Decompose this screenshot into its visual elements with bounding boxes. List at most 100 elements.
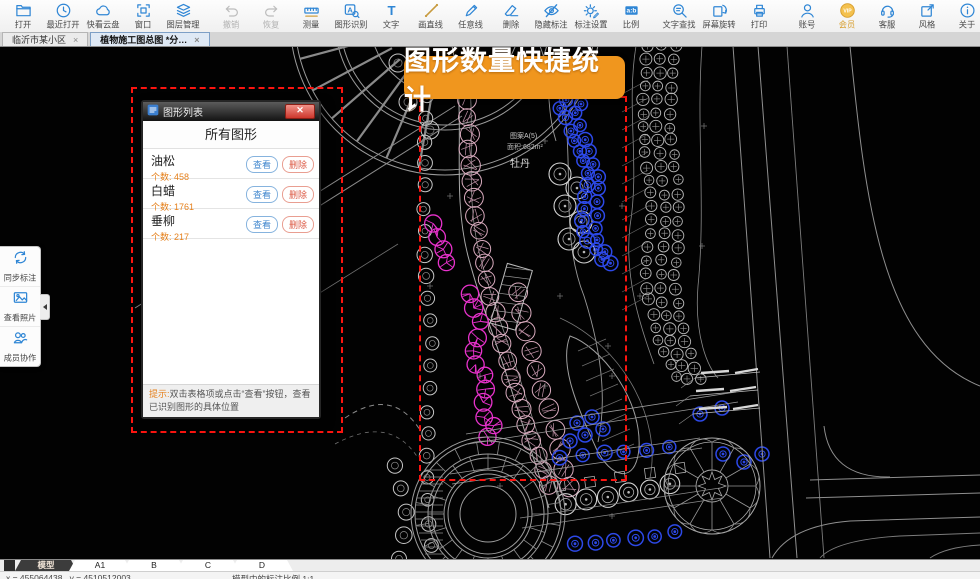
printer-icon xyxy=(751,2,768,19)
tab-close-icon[interactable]: × xyxy=(194,35,199,45)
measure-icon xyxy=(303,2,320,19)
delete-button[interactable]: 删除 xyxy=(282,216,314,233)
about-icon xyxy=(959,2,976,19)
toolbar-shape-recognition-button[interactable]: A 图形识别 xyxy=(331,1,371,31)
toolbar-account-button[interactable]: 账号 xyxy=(787,1,827,31)
dialog-empty-area xyxy=(143,239,319,384)
toolbar-headset-button[interactable]: 客服 xyxy=(867,1,907,31)
sheet-tab-bar: 模型A1BCD xyxy=(0,559,980,571)
toolbar-button-label: 任意线 xyxy=(459,19,484,31)
graphics-list-row[interactable]: 油松个数: 458查看删除 xyxy=(143,149,319,179)
toolbar-button-label: 打印 xyxy=(751,19,768,31)
side-panel-collaborate-button[interactable]: 成员协作 xyxy=(0,327,40,366)
document-tab-0[interactable]: 临沂市某小区 × xyxy=(2,32,88,46)
main-toolbar: 打开最近打开快看云盘窗口图层管理撤销恢复测量A图形识别T文字画直线任意线删除隐藏… xyxy=(0,0,980,33)
side-panel-label: 查看照片 xyxy=(4,312,36,324)
dialog-close-button[interactable]: ✕ xyxy=(285,104,315,119)
toolbar-annotation-settings-button[interactable]: 标注设置 xyxy=(571,1,611,31)
window-icon xyxy=(135,2,152,19)
toolbar-cloud-button[interactable]: 快看云盘 xyxy=(83,1,123,31)
cloud-icon xyxy=(95,2,112,19)
toolbar-button-label: 标注设置 xyxy=(574,19,607,31)
toolbar-hide-annotation-button[interactable]: 隐藏标注 xyxy=(531,1,571,31)
toolbar-draw-line-button[interactable]: 画直线 xyxy=(411,1,451,31)
document-tab-1[interactable]: 植物施工图总图 *分… × xyxy=(90,32,209,46)
toolbar-eraser-button[interactable]: 删除 xyxy=(491,1,531,31)
draw-line-icon xyxy=(423,2,440,19)
rotate-screen-icon xyxy=(711,2,728,19)
delete-button[interactable]: 删除 xyxy=(282,186,314,203)
graphics-list-row[interactable]: 白蜡个数: 1761查看删除 xyxy=(143,179,319,209)
toolbar-text-button[interactable]: T文字 xyxy=(371,1,411,31)
tab-close-icon[interactable]: × xyxy=(73,35,78,45)
toolbar-about-button[interactable]: 关于 xyxy=(947,1,980,31)
sheet-tab-D[interactable]: D xyxy=(231,560,293,571)
dialog-hint: 提示:双击表格项或点击“查看”按钮，查看已识别图形的具体位置 xyxy=(143,384,319,417)
graphics-list-row[interactable]: 垂柳个数: 217查看删除 xyxy=(143,209,319,239)
document-tab-label: 植物施工图总图 *分… xyxy=(100,33,187,46)
sheet-tab-C[interactable]: C xyxy=(177,560,239,571)
cursor-coordinates: x = 455064438 , y = 4510512003 xyxy=(6,573,131,579)
toolbar-rotate-screen-button[interactable]: 屏幕旋转 xyxy=(699,1,739,31)
toolbar-vip-button[interactable]: VIP会员 xyxy=(827,1,867,31)
toolbar-button-label: 图层管理 xyxy=(166,19,199,31)
view-button[interactable]: 查看 xyxy=(246,186,278,203)
account-icon xyxy=(799,2,816,19)
toolbar-scale-button[interactable]: a:b 比例 xyxy=(611,1,651,31)
toolbar-layers-button[interactable]: 图层管理 xyxy=(163,1,203,31)
svg-text:T: T xyxy=(387,3,395,18)
redo-icon xyxy=(263,2,280,19)
toolbar-clock-button[interactable]: 最近打开 xyxy=(43,1,83,31)
toolbar-button-label: 最近打开 xyxy=(46,19,79,31)
headset-icon xyxy=(879,2,896,19)
side-panel-sync-button[interactable]: 同步标注 xyxy=(0,247,40,287)
dialog-title-bar[interactable]: 图形列表 ✕ xyxy=(143,102,319,121)
side-panel-label: 成员协作 xyxy=(4,352,36,364)
style-icon xyxy=(919,2,936,19)
sheet-nav-button[interactable] xyxy=(4,560,15,571)
toolbar-undo-button: 撤销 xyxy=(211,1,251,31)
svg-text:A: A xyxy=(347,5,353,14)
sheet-tab-B[interactable]: B xyxy=(123,560,185,571)
toolbar-button-label: 风格 xyxy=(919,19,936,31)
view-button[interactable]: 查看 xyxy=(246,216,278,233)
toolbar-measure-button[interactable]: 测量 xyxy=(291,1,331,31)
delete-button[interactable]: 删除 xyxy=(282,156,314,173)
document-tab-label: 临沂市某小区 xyxy=(12,33,66,46)
toolbar-button-label: 测量 xyxy=(303,19,320,31)
shape-recognition-icon: A xyxy=(343,2,360,19)
side-panel-photo-button[interactable]: 查看照片 xyxy=(0,287,40,327)
sheet-tab-A1[interactable]: A1 xyxy=(69,560,131,571)
free-line-icon xyxy=(463,2,480,19)
toolbar-free-line-button[interactable]: 任意线 xyxy=(451,1,491,31)
side-panel-collapse-handle[interactable] xyxy=(40,294,50,320)
toolbar-button-label: 图形识别 xyxy=(334,19,367,31)
svg-text:VIP: VIP xyxy=(843,9,852,15)
toolbar-button-label: 文字 xyxy=(383,19,400,31)
toolbar-style-button[interactable]: 风格 xyxy=(907,1,947,31)
side-panel-label: 同步标注 xyxy=(4,272,36,284)
toolbar-button-label: 客服 xyxy=(879,19,896,31)
svg-text:a:b: a:b xyxy=(626,8,636,15)
annotation-scale-text: 模型中的标注比例 1:1 xyxy=(232,573,314,579)
toolbar-button-label: 隐藏标注 xyxy=(534,19,567,31)
toolbar-window-button[interactable]: 窗口 xyxy=(123,1,163,31)
sheet-tab-模型[interactable]: 模型 xyxy=(15,560,77,571)
toolbar-button-label: 恢复 xyxy=(263,19,280,31)
graphics-list: 油松个数: 458查看删除白蜡个数: 1761查看删除垂柳个数: 217查看删除 xyxy=(143,149,319,239)
document-tab-bar: 临沂市某小区 × 植物施工图总图 *分… × xyxy=(0,32,980,47)
toolbar-printer-button[interactable]: 打印 xyxy=(739,1,779,31)
toolbar-folder-button[interactable]: 打开 xyxy=(3,1,43,31)
folder-icon xyxy=(15,2,32,19)
annotation-settings-icon xyxy=(583,2,600,19)
eraser-icon xyxy=(503,2,520,19)
toolbar-button-label: 关于 xyxy=(959,19,976,31)
view-button[interactable]: 查看 xyxy=(246,156,278,173)
hint-prefix: 提示: xyxy=(149,389,170,399)
toolbar-button-label: 窗口 xyxy=(135,19,152,31)
canvas-label: 牡丹 xyxy=(510,157,530,170)
scale-icon: a:b xyxy=(623,2,640,19)
toolbar-button-label: 比例 xyxy=(623,19,640,31)
toolbar-find-text-button[interactable]: 文字查找 xyxy=(659,1,699,31)
toolbar-button-label: 画直线 xyxy=(419,19,444,31)
